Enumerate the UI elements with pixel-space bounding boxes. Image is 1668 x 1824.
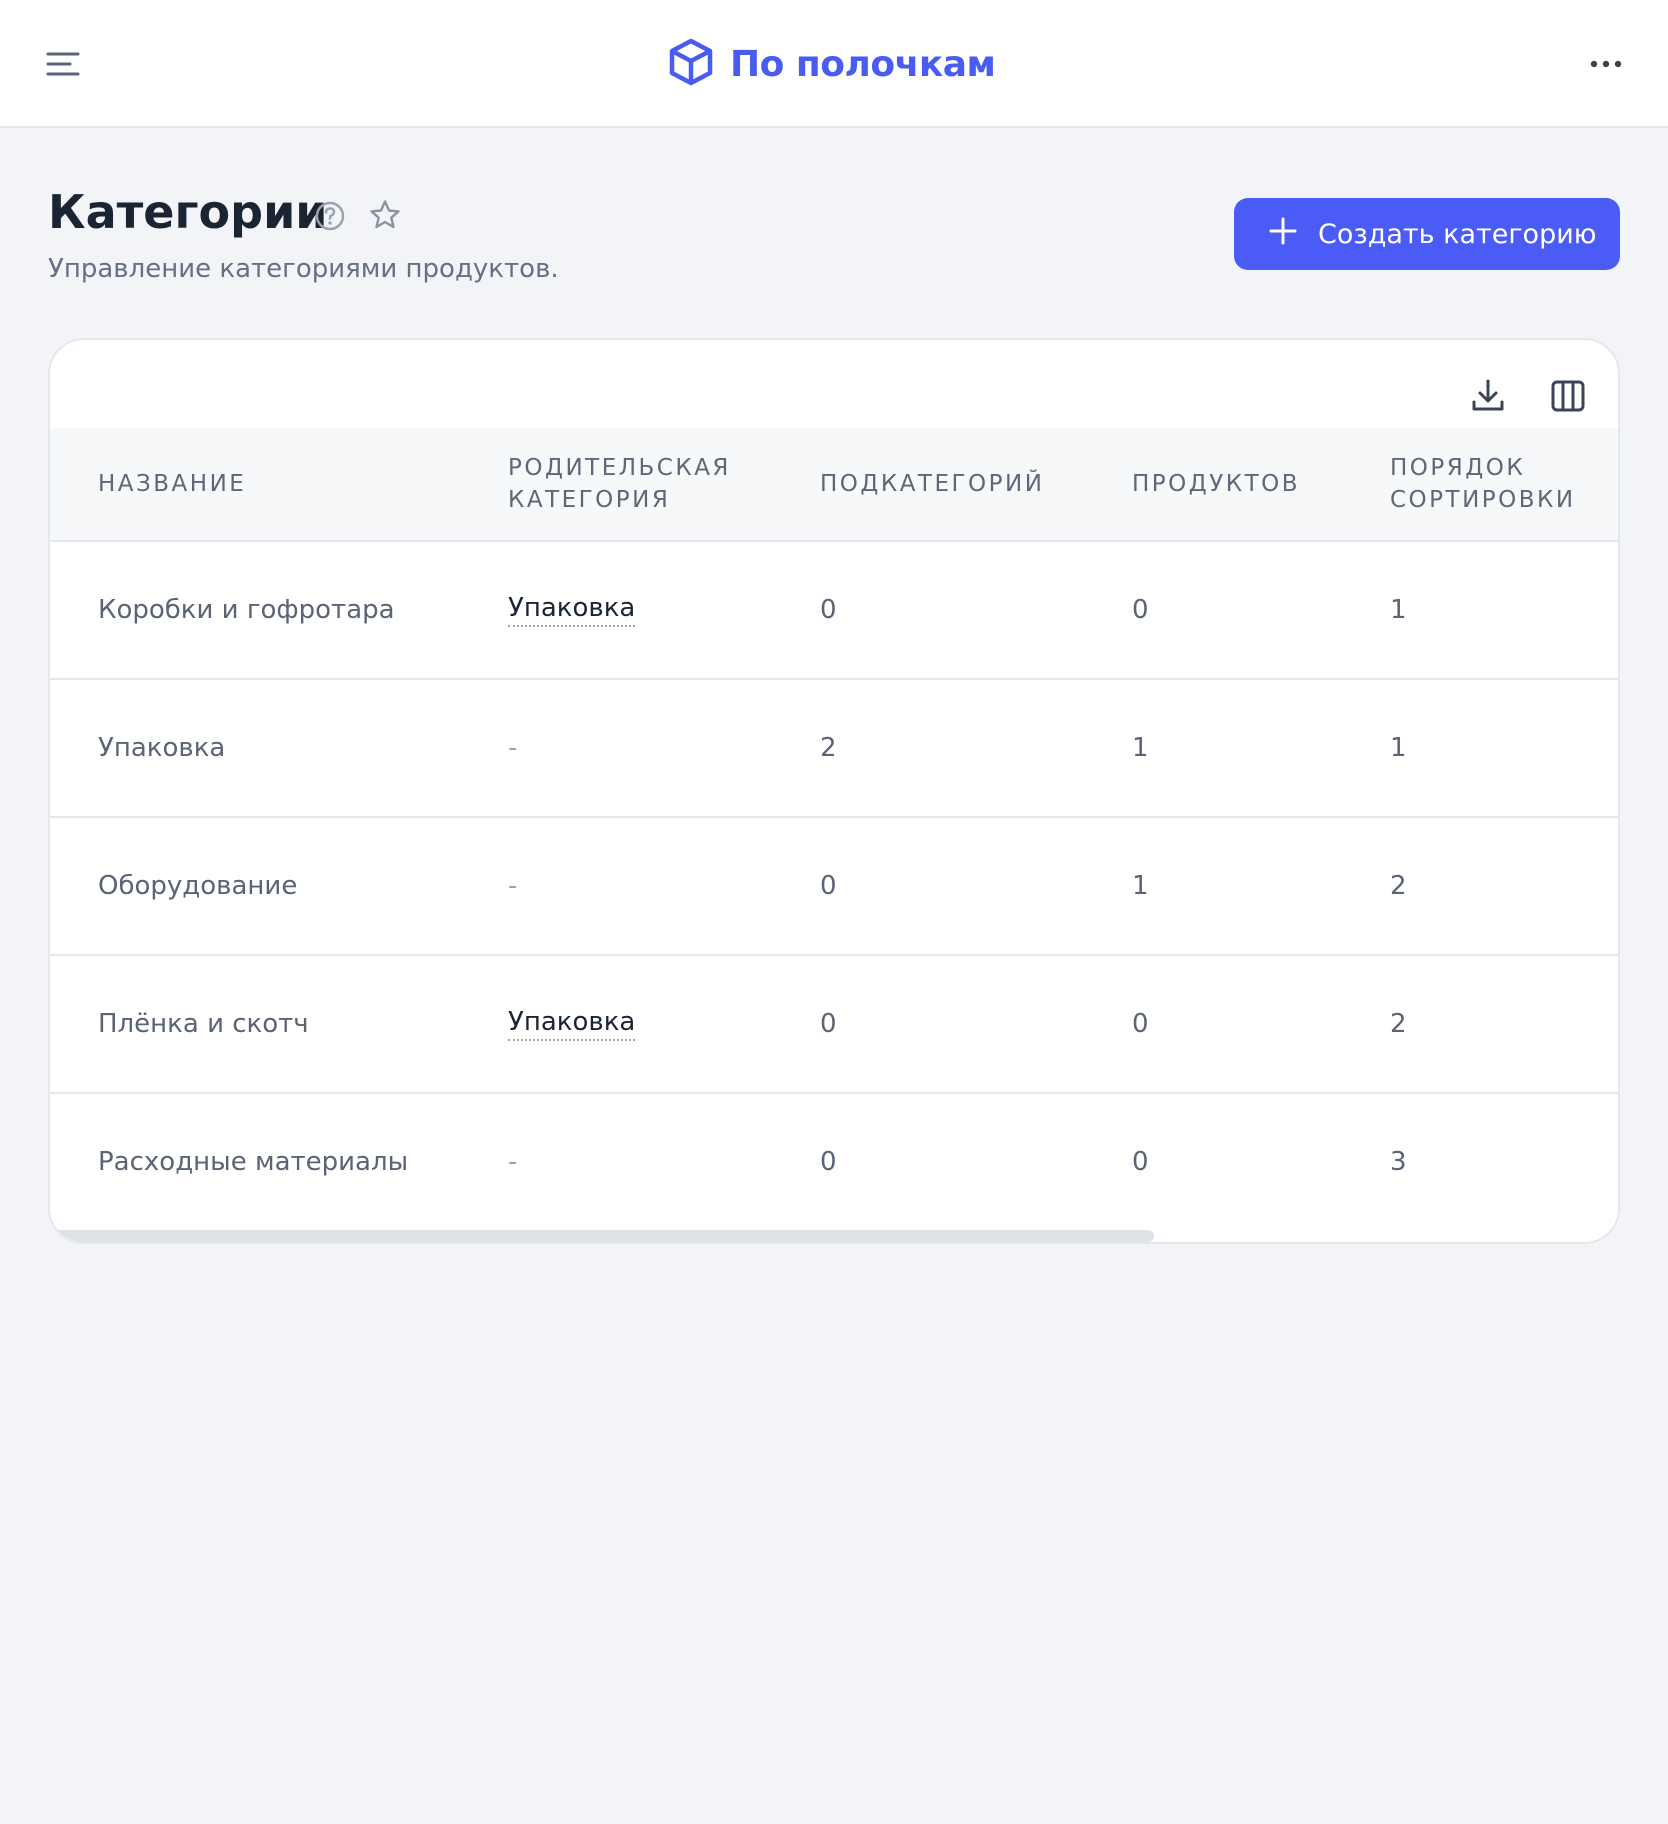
cell-products: 0 [1132,595,1149,625]
download-icon[interactable] [1468,376,1508,416]
horizontal-scrollbar[interactable] [50,1230,1154,1242]
column-header-sort-order[interactable]: ПОРЯДОК СОРТИРОВКИ [1390,428,1610,540]
column-header-parent[interactable]: РОДИТЕЛЬСКАЯ КАТЕГОРИЯ [508,428,758,540]
cell-products: 0 [1132,1147,1149,1177]
cell-parent[interactable]: Упаковка [508,956,636,1092]
table-row[interactable]: Оборудование - 0 1 2 [50,818,1618,956]
cell-sort-order: 2 [1390,1009,1407,1039]
page-title: Категории [48,185,328,239]
cell-subcategories: 2 [820,733,837,763]
cell-subcategories: 0 [820,871,837,901]
cell-sort-order: 2 [1390,871,1407,901]
cube-icon [666,37,716,91]
table-row[interactable]: Расходные материалы - 0 0 3 [50,1094,1618,1232]
cell-parent: - [508,733,518,763]
cell-subcategories: 0 [820,595,837,625]
cell-products: 0 [1132,1009,1149,1039]
hamburger-menu-icon[interactable] [40,44,88,84]
cell-name: Коробки и гофротара [98,595,395,625]
cell-name: Расходные материалы [98,1147,409,1177]
cell-parent: - [508,871,518,901]
table-row[interactable]: Упаковка - 2 1 1 [50,680,1618,818]
table-row[interactable]: Плёнка и скотч Упаковка 0 0 2 [50,956,1618,1094]
parent-link[interactable]: Упаковка [508,1007,636,1041]
top-bar: По полочкам [0,0,1668,128]
cell-sort-order: 1 [1390,733,1407,763]
parent-link[interactable]: Упаковка [508,593,636,627]
cell-parent[interactable]: Упаковка [508,542,636,678]
table-row[interactable]: Коробки и гофротара Упаковка 0 0 1 [50,542,1618,680]
star-icon[interactable] [368,198,402,232]
cell-products: 1 [1132,871,1149,901]
cell-parent: - [508,1147,518,1177]
cell-products: 1 [1132,733,1149,763]
table-header: НАЗВАНИЕ РОДИТЕЛЬСКАЯ КАТЕГОРИЯ ПОДКАТЕГ… [50,428,1618,542]
page-subtitle: Управление категориями продуктов. [48,254,559,284]
column-header-subcategories[interactable]: ПОДКАТЕГОРИЙ [820,428,1044,540]
cell-subcategories: 0 [820,1009,837,1039]
categories-table-card: НАЗВАНИЕ РОДИТЕЛЬСКАЯ КАТЕГОРИЯ ПОДКАТЕГ… [48,338,1620,1244]
cell-subcategories: 0 [820,1147,837,1177]
cell-sort-order: 1 [1390,595,1407,625]
plus-icon [1268,216,1298,253]
column-header-name[interactable]: НАЗВАНИЕ [98,428,246,540]
columns-icon[interactable] [1548,376,1588,416]
cell-name: Плёнка и скотч [98,1009,309,1039]
cell-sort-order: 3 [1390,1147,1407,1177]
cell-name: Упаковка [98,733,226,763]
cell-name: Оборудование [98,871,298,901]
help-circle-icon[interactable] [314,200,346,232]
create-category-button[interactable]: Создать категорию [1234,198,1620,270]
column-header-products[interactable]: ПРОДУКТОВ [1132,428,1300,540]
brand-logo[interactable]: По полочкам [666,37,996,91]
brand-name: По полочкам [730,43,996,85]
more-horizontal-icon[interactable] [1584,48,1628,80]
create-category-label: Создать категорию [1318,218,1597,250]
